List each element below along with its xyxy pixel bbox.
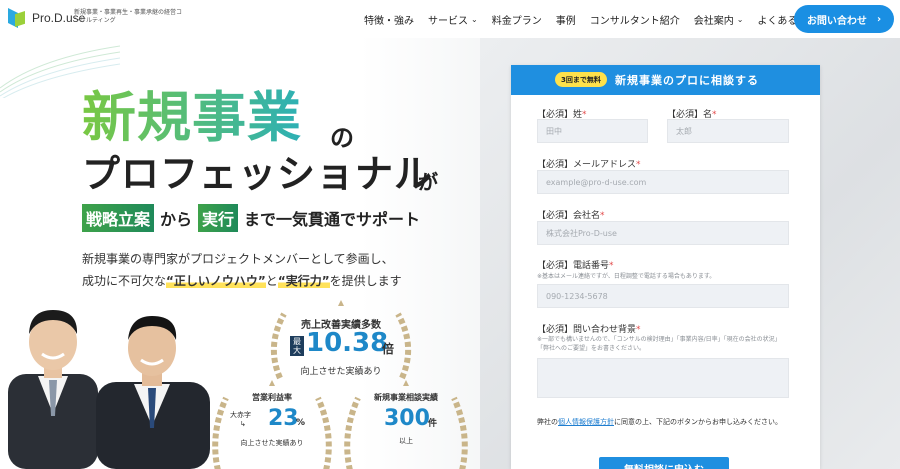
achievement-profit-value: 23 — [268, 406, 299, 431]
company-input[interactable]: 株式会社Pro-D-use — [537, 221, 789, 245]
logo-tagline: 新規事業・事業再生・事業承継の経営コンサルティング — [74, 9, 183, 24]
achievement-profit-from: 大赤字 — [230, 411, 251, 419]
free-badge: 3回まで無料 — [555, 72, 607, 87]
nav-item-consultants[interactable]: コンサルタント紹介 — [590, 12, 680, 27]
achievement-sales-value: 10.38 — [306, 328, 389, 358]
achievement-sales-unit: 倍 — [382, 342, 395, 356]
achievement-consultations: 新規事業相談実績 300 件 以上 — [342, 378, 470, 469]
privacy-consent: 弊社の個人情報保護方針に同意の上、下記のボタンからお申し込みください。 — [537, 418, 782, 426]
achievement-profit: 営業利益率 大赤字 ↳ 23 % 向上させた実績あり — [210, 378, 334, 469]
site-header: Pro.D.use 新規事業・事業再生・事業承継の経営コンサルティング 特徴・強… — [0, 0, 900, 38]
desc-line1: 新規事業の専門家がプロジェクトメンバーとして参画し、 — [82, 252, 394, 266]
nav-item-company[interactable]: 会社案内 ⌄ — [694, 12, 744, 27]
consultants-photo — [8, 310, 210, 469]
consultation-form: 3回まで無料 新規事業のプロに相談する 【必須】姓* 【必須】名* 田中 太郎 … — [511, 65, 820, 469]
first-name-input[interactable]: 太郎 — [667, 119, 789, 143]
achievement-sales-max: 最大 — [290, 336, 304, 356]
achievement-profit-unit: % — [296, 418, 306, 428]
achievement-profit-sub: 向上させた実績あり — [240, 439, 304, 447]
achievement-profit-title: 営業利益率 — [252, 393, 292, 402]
achievement-consultations-value: 300 — [384, 406, 430, 431]
nav-item-services[interactable]: サービス ⌄ — [428, 12, 478, 27]
tagline-highlight-execution: 実行 — [198, 204, 239, 232]
form-header: 3回まで無料 新規事業のプロに相談する — [511, 65, 820, 95]
achievement-sales: 売上改善実績多数 最大 10.38 倍 向上させた実績あり — [266, 300, 416, 384]
phone-label: 【必須】電話番号* — [537, 261, 614, 271]
hero-description: 新規事業の専門家がプロジェクトメンバーとして参画し、 成功に不可欠な“正しいノウ… — [82, 248, 402, 292]
last-name-input[interactable]: 田中 — [537, 119, 648, 143]
arrow-turn-icon: ↳ — [240, 420, 246, 428]
hero-tagline: 戦略立案 から 実行 まで一気貫通でサポート — [82, 204, 420, 232]
desc-line2: 成功に不可欠な“正しいノウハウ”と“実行力”を提供します — [82, 274, 402, 288]
nav-item-features[interactable]: 特徴・強み — [364, 12, 414, 27]
email-input[interactable]: example@pro-d-use.com — [537, 170, 789, 194]
achievement-consultations-sub: 以上 — [399, 437, 413, 445]
phone-input[interactable]: 090-1234-5678 — [537, 284, 789, 308]
achievement-consultations-unit: 件 — [428, 419, 438, 429]
chevron-down-icon: ⌄ — [736, 14, 744, 24]
desc-emphasis-knowhow: “正しいノウハウ” — [166, 274, 266, 288]
nav-item-cases[interactable]: 事例 — [556, 12, 576, 27]
form-title: 新規事業のプロに相談する — [615, 74, 759, 87]
privacy-policy-link[interactable]: 個人情報保護方針 — [558, 418, 614, 426]
background-hint: ※一部でも構いませんので、「コンサルの検討理由」「事業内容/日率」「現在の会社の… — [537, 336, 781, 352]
nav-item-pricing[interactable]: 料金プラン — [492, 12, 542, 27]
email-label: 【必須】メールアドレス* — [537, 160, 641, 170]
hero-title-line1: 新規事業 — [82, 86, 302, 149]
logo-mark-icon — [8, 8, 26, 28]
chevron-right-icon: › — [876, 13, 882, 25]
hero-title-line2: プロフェッショナル — [82, 152, 434, 196]
tagline-from: から — [160, 210, 193, 229]
background-textarea[interactable] — [537, 358, 789, 398]
desc-emphasis-execution: “実行力” — [277, 274, 330, 288]
achievement-consultations-title: 新規事業相談実績 — [374, 393, 438, 402]
submit-button[interactable]: 無料相談に申込む — [599, 457, 729, 469]
chevron-down-icon: ⌄ — [471, 14, 478, 24]
hero-title-line2-suffix: が — [418, 170, 438, 194]
hero-title-line1-suffix: の — [330, 124, 354, 152]
background-label: 【必須】問い合わせ背景* — [537, 325, 641, 335]
tagline-highlight-strategy: 戦略立案 — [82, 204, 155, 232]
phone-hint: ※基本はメール連絡ですが、日程調整で電話する場合もあります。 — [537, 273, 716, 280]
main-nav: 特徴・強み サービス ⌄ 料金プラン 事例 コンサルタント紹介 会社案内 ⌄ よくあ… — [364, 0, 831, 38]
contact-button[interactable]: お問い合わせ › — [794, 5, 894, 33]
achievement-sales-sub: 向上させた実績あり — [300, 367, 382, 377]
tagline-end: まで一気貫通でサポート — [244, 210, 421, 229]
company-label: 【必須】会社名* — [537, 211, 605, 221]
